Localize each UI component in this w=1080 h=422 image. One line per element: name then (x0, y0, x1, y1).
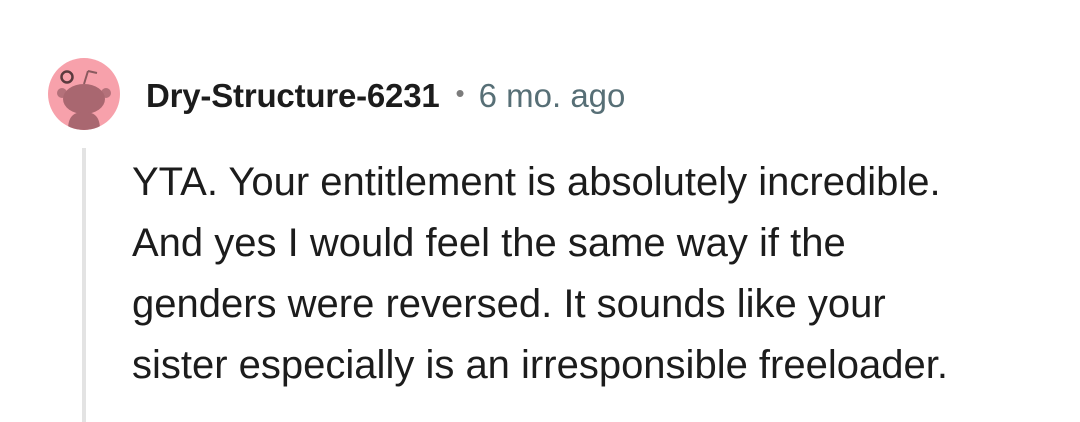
comment-header: Dry-Structure-6231 • 6 mo. ago (146, 74, 625, 118)
comment-body: YTA. Your entitlement is absolutely incr… (132, 152, 1052, 396)
thread-collapse-line[interactable] (82, 148, 86, 422)
user-avatar[interactable] (48, 58, 120, 130)
snoo-avatar-icon (57, 70, 111, 130)
username-link[interactable]: Dry-Structure-6231 (146, 77, 440, 115)
comment-body-line: YTA. Your entitlement is absolutely incr… (132, 160, 941, 204)
separator-dot: • (455, 77, 465, 108)
comment: Dry-Structure-6231 • 6 mo. ago YTA. Your… (0, 0, 1080, 422)
comment-body-line: And yes I would feel the same way if the (132, 221, 846, 265)
comment-body-line: genders were reversed. It sounds like yo… (132, 282, 886, 326)
comment-body-line: sister especially is an irresponsible fr… (132, 343, 948, 387)
timestamp[interactable]: 6 mo. ago (479, 77, 626, 115)
